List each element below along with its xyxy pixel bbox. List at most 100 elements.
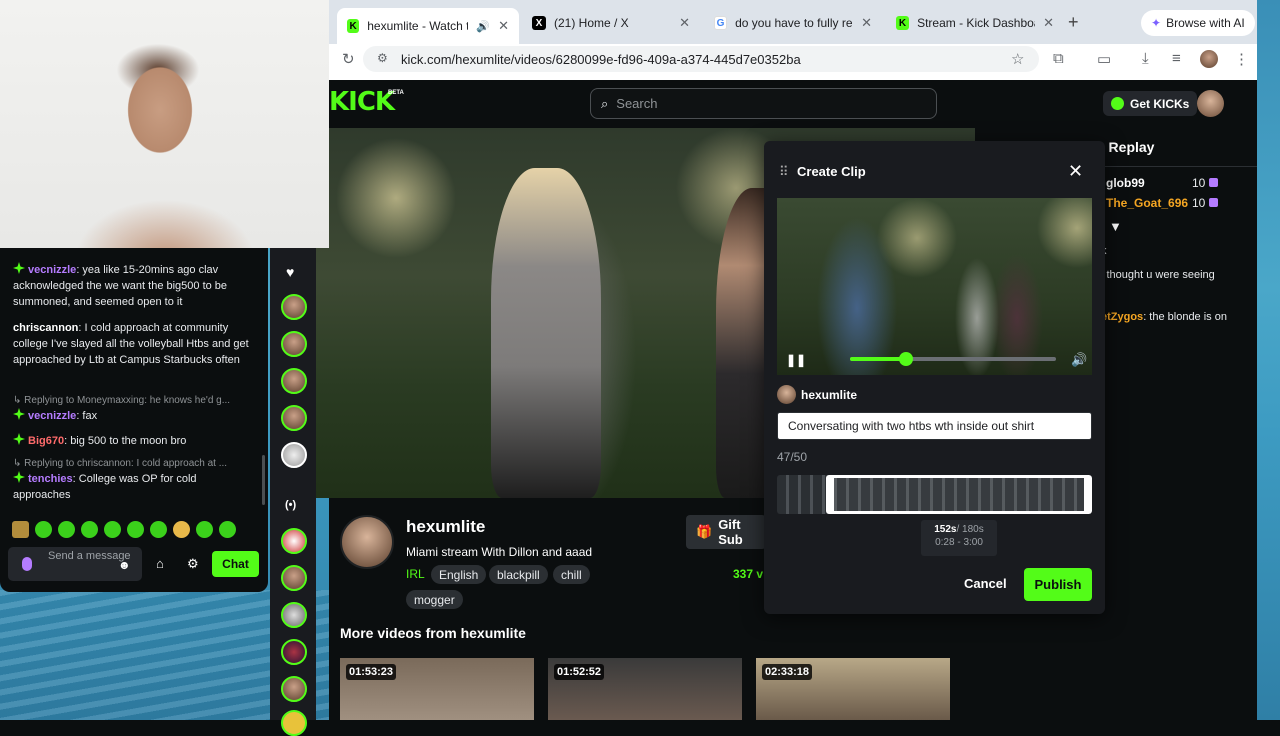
gifter-name[interactable]: The_Goat_696: [1106, 196, 1188, 210]
clip-title-input[interactable]: [777, 412, 1092, 440]
chat-username[interactable]: vecnizzle: [28, 410, 76, 422]
followed-channel-avatar[interactable]: [281, 331, 307, 357]
recommended-channel-avatar[interactable]: [281, 565, 307, 591]
category-link[interactable]: IRL: [406, 567, 425, 581]
tab-hexumlite[interactable]: K hexumlite - Watch the 🔊 ✕: [337, 8, 519, 44]
close-tab-icon[interactable]: ✕: [498, 18, 509, 34]
emoji-icon[interactable]: ☻: [118, 558, 131, 572]
video-thumbnail[interactable]: 01:52:52: [548, 658, 742, 720]
close-icon[interactable]: ✕: [1068, 161, 1083, 182]
chat-username[interactable]: Big670: [28, 435, 64, 447]
address-bar[interactable]: kick.com/hexumlite/videos/6280099e-fd96-…: [363, 46, 1039, 72]
reply-context[interactable]: ↳ Replying to chriscannon: I cold approa…: [13, 458, 251, 469]
chat-text: : big 500 to the moon bro: [64, 435, 187, 447]
clip-progress-knob[interactable]: [898, 352, 913, 366]
chat-username[interactable]: vecnizzle: [28, 264, 76, 276]
sub-badge-icon: [13, 408, 25, 420]
emote-icon[interactable]: [127, 521, 144, 538]
tab-kick-dashboard[interactable]: K Stream - Kick Dashboard ✕: [886, 8, 1064, 38]
user-avatar[interactable]: [1197, 90, 1224, 117]
emote-icon[interactable]: [58, 521, 75, 538]
webcam-overlay: [0, 0, 329, 248]
tab-x-home[interactable]: X (21) Home / X ✕: [522, 8, 700, 38]
recommended-channel-avatar[interactable]: [281, 602, 307, 628]
close-tab-icon[interactable]: ✕: [1043, 15, 1054, 31]
selected-duration: 152s: [934, 524, 957, 535]
clip-preview-video[interactable]: [777, 198, 1092, 375]
close-tab-icon[interactable]: ✕: [679, 15, 690, 31]
emote-icon[interactable]: [196, 521, 213, 538]
max-duration: / 180s: [956, 524, 984, 535]
following-heart-icon[interactable]: ♥: [286, 264, 294, 280]
followed-channel-avatar[interactable]: [281, 442, 307, 468]
gifter-name[interactable]: glob99: [1106, 176, 1145, 190]
new-tab-button[interactable]: +: [1068, 12, 1079, 33]
floating-chat: vecnizzle: yea like 15-20mins ago clav a…: [0, 248, 268, 592]
video-thumbnail[interactable]: 02:33:18: [756, 658, 950, 720]
recommended-channel-avatar[interactable]: [281, 639, 307, 665]
recommended-channel-avatar[interactable]: [281, 528, 307, 554]
chat-username[interactable]: etZygos: [1101, 311, 1143, 323]
reply-context[interactable]: ↳ Replying to Moneymaxxing: he knows he'…: [13, 395, 251, 406]
streamer-name[interactable]: hexumlite: [406, 517, 485, 537]
clip-author-avatar: [777, 385, 796, 404]
video-thumbnail[interactable]: 01:53:23: [340, 658, 534, 720]
drag-handle-icon[interactable]: ⠿: [779, 164, 789, 180]
extensions-icon[interactable]: ⧉: [1053, 50, 1064, 67]
cancel-button[interactable]: Cancel: [964, 576, 1007, 591]
streamer-avatar[interactable]: [340, 515, 394, 569]
video-duration: 01:53:23: [346, 664, 397, 680]
emote-icon[interactable]: [173, 521, 190, 538]
trim-selection-window[interactable]: [826, 475, 1092, 514]
store-icon[interactable]: ⌂: [156, 556, 164, 571]
media-control-icon[interactable]: ≡: [1172, 50, 1181, 67]
emote-icon[interactable]: [104, 521, 121, 538]
volume-icon[interactable]: 🔊: [1071, 352, 1087, 368]
tag-chip[interactable]: mogger: [406, 590, 463, 609]
chat-username[interactable]: tenchies: [28, 473, 73, 485]
collapse-icon[interactable]: ▼: [1109, 219, 1122, 234]
speaker-icon[interactable]: 🔊: [476, 20, 490, 33]
browse-with-ai-button[interactable]: ✦ Browse with AI: [1141, 10, 1255, 36]
emote-icon[interactable]: [12, 521, 29, 538]
reload-icon[interactable]: ↻: [342, 50, 355, 68]
tab-google[interactable]: G do you have to fully reach ✕: [704, 8, 882, 38]
mic-icon[interactable]: [22, 557, 32, 571]
gift-sub-button[interactable]: 🎁 Gift Sub: [686, 515, 766, 549]
menu-kebab-icon[interactable]: ⋮: [1234, 50, 1249, 68]
profile-avatar[interactable]: [1200, 50, 1218, 68]
emote-icon[interactable]: [35, 521, 52, 538]
pause-icon[interactable]: ❚❚: [786, 353, 806, 367]
emote-icon[interactable]: [219, 521, 236, 538]
cast-icon[interactable]: ▭: [1097, 50, 1111, 68]
emote-icon[interactable]: [150, 521, 167, 538]
recommended-channel-avatar[interactable]: [281, 676, 307, 702]
followed-channel-avatar[interactable]: [281, 405, 307, 431]
close-tab-icon[interactable]: ✕: [861, 15, 872, 31]
download-icon[interactable]: ⤓: [1142, 50, 1149, 67]
emote-icon[interactable]: [81, 521, 98, 538]
settings-gear-icon[interactable]: ⚙: [187, 556, 199, 572]
search-input[interactable]: ⌕ Search: [590, 88, 937, 119]
followed-channel-avatar[interactable]: [281, 294, 307, 320]
tag-chip[interactable]: English: [431, 565, 487, 584]
live-broadcast-icon[interactable]: (•): [285, 499, 296, 511]
chat-scrollbar[interactable]: [262, 455, 265, 505]
recommended-channel-avatar[interactable]: [281, 710, 307, 736]
tab-title: (21) Home / X: [554, 16, 629, 30]
gifter-count: 10: [1192, 176, 1219, 190]
gift-count: 10: [1192, 176, 1206, 190]
bookmark-star-icon[interactable]: ☆: [1011, 50, 1024, 68]
kick-logo[interactable]: KICK: [329, 87, 395, 117]
tag-chip[interactable]: blackpill: [489, 565, 548, 584]
get-kicks-button[interactable]: Get KICKs: [1103, 91, 1198, 116]
tag-chip[interactable]: chill: [553, 565, 590, 584]
followed-channel-avatar[interactable]: [281, 368, 307, 394]
chat-send-button[interactable]: Chat: [212, 551, 259, 577]
chat-username[interactable]: chriscannon: [13, 322, 78, 334]
clip-playback-slider[interactable]: [850, 352, 1056, 366]
clip-trim-timeline[interactable]: [777, 475, 1092, 514]
chat-text: : the blonde is on: [1143, 311, 1227, 323]
publish-button[interactable]: Publish: [1024, 568, 1092, 601]
site-info-icon[interactable]: ⚙: [377, 51, 388, 65]
